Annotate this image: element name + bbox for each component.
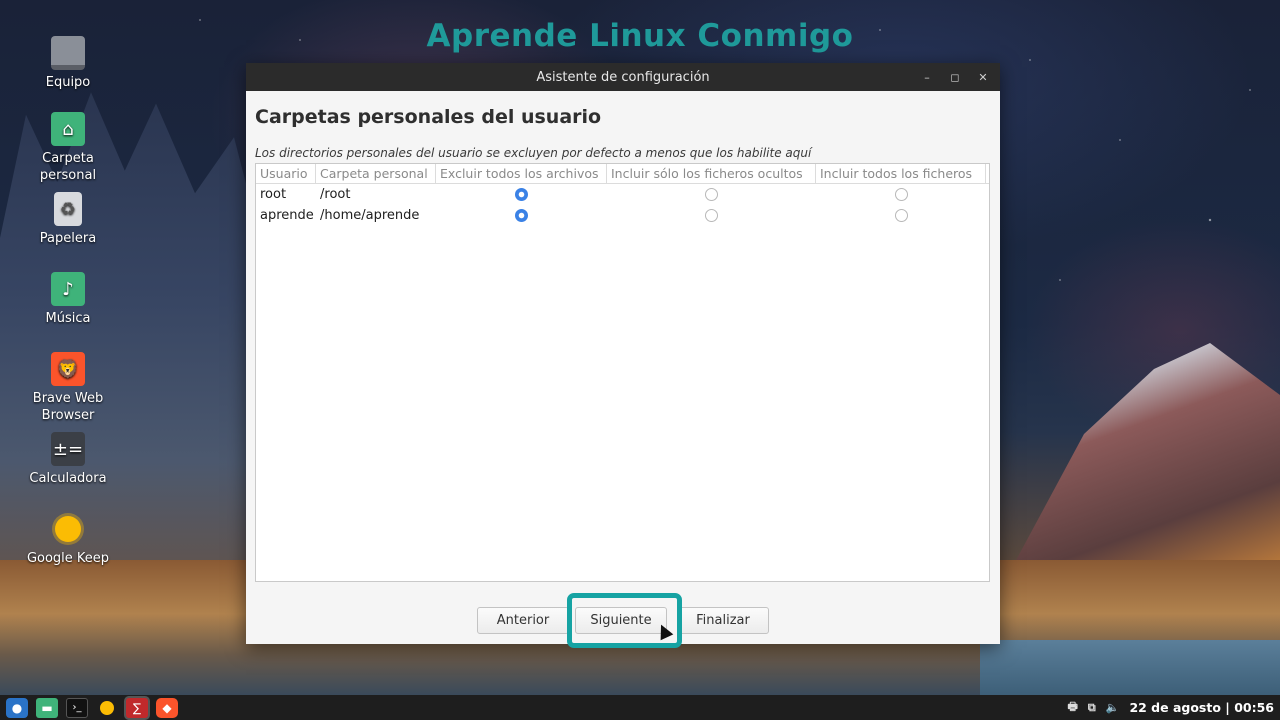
clock[interactable]: 22 de agosto | 00:56 (1129, 700, 1274, 715)
desktop-icon-label: Google Keep (26, 551, 110, 566)
home-folders-table: Usuario Carpeta personal Excluir todos l… (255, 163, 990, 582)
radio-exclude-all-root[interactable] (515, 188, 528, 201)
page-title: Carpetas personales del usuario (255, 106, 602, 128)
desktop-icon-label: Equipo (45, 75, 91, 90)
wallpaper-lake (980, 640, 1280, 695)
maximize-icon[interactable]: ◻ (948, 70, 962, 84)
music-folder-icon: ♪ (51, 272, 85, 306)
taskbar-launchers: ● ▬ ›_ ∑ ◆ (6, 697, 178, 718)
system-tray: 🖶 ⧉ 🔈 22 de agosto | 00:56 (1067, 698, 1274, 717)
desktop-icon-calculadora[interactable]: ±= Calculadora (13, 432, 123, 487)
radio-include-all-root[interactable] (894, 188, 908, 201)
watermark-banner: Aprende Linux Conmigo (426, 18, 854, 54)
radio-exclude-all-aprende[interactable] (515, 209, 528, 222)
page-description: Los directorios personales del usuario s… (255, 146, 812, 160)
keep-icon (51, 512, 85, 546)
keep-icon[interactable] (96, 698, 118, 718)
setup-wizard-window: Asistente de configuración – ◻ ✕ Carpeta… (246, 63, 1000, 644)
calculator-icon: ±= (51, 432, 85, 466)
installer-icon[interactable]: ∑ (126, 697, 148, 718)
desktop-icon-equipo[interactable]: Equipo (13, 30, 123, 91)
desktop-icon-papelera[interactable]: ♻ Papelera (13, 192, 123, 247)
desktop-icon-musica[interactable]: ♪ Música (13, 272, 123, 327)
terminal-icon[interactable]: ›_ (66, 697, 88, 718)
window-title: Asistente de configuración (536, 69, 710, 85)
desktop-icon-label: Música (45, 311, 91, 326)
monitor-icon (51, 36, 85, 70)
window-controls: – ◻ ✕ (920, 63, 990, 91)
trash-icon: ♻ (54, 192, 82, 226)
radio-include-all-aprende[interactable] (894, 209, 908, 222)
desktop-icon-label: Papelera (39, 231, 97, 246)
brave-icon: 🦁 (51, 352, 85, 386)
previous-button[interactable]: Anterior (477, 607, 569, 634)
file-manager-icon[interactable]: ▬ (36, 697, 58, 718)
column-header-todos[interactable]: Incluir todos los ficheros (816, 164, 986, 183)
taskbar: ● ▬ ›_ ∑ ◆ 🖶 ⧉ 🔈 22 de agosto | 00:56 (0, 695, 1280, 720)
desktop-icon-google-keep[interactable]: Google Keep (13, 512, 123, 567)
column-header-carpeta[interactable]: Carpeta personal (316, 164, 436, 183)
minimize-icon[interactable]: – (920, 70, 934, 84)
cell-folder: /root (320, 187, 351, 202)
window-titlebar[interactable]: Asistente de configuración – ◻ ✕ (246, 63, 1000, 91)
network-icon[interactable]: ⧉ (1088, 701, 1096, 715)
desktop-icon-label: Calculadora (29, 471, 107, 486)
desktop-icon-brave[interactable]: 🦁 Brave Web Browser (13, 352, 123, 424)
brave-icon[interactable]: ◆ (156, 697, 178, 718)
radio-hidden-only-root[interactable] (705, 188, 718, 201)
volume-icon[interactable]: 🔈 (1106, 701, 1120, 714)
wizard-button-bar: Anterior Siguiente Finalizar (246, 607, 1000, 634)
close-icon[interactable]: ✕ (976, 70, 990, 84)
app-menu-icon[interactable]: ● (6, 697, 28, 718)
column-header-ocultos[interactable]: Incluir sólo los ficheros ocultos (607, 164, 816, 183)
radio-hidden-only-aprende[interactable] (705, 209, 718, 222)
table-row[interactable]: aprende /home/aprende (256, 205, 989, 226)
table-row[interactable]: root /root (256, 184, 989, 205)
column-header-excluir[interactable]: Excluir todos los archivos (436, 164, 607, 183)
column-header-usuario[interactable]: Usuario (256, 164, 316, 183)
home-folder-icon: ⌂ (51, 112, 85, 146)
cell-user: root (260, 187, 287, 202)
window-content: Carpetas personales del usuario Los dire… (246, 106, 1000, 582)
desktop-icon-carpeta-personal[interactable]: ⌂ Carpeta personal (13, 112, 123, 184)
printer-icon[interactable]: 🖶 (1067, 698, 1077, 717)
table-header: Usuario Carpeta personal Excluir todos l… (256, 164, 989, 184)
desktop-icon-label: Carpeta personal (39, 151, 97, 183)
next-button[interactable]: Siguiente (575, 607, 667, 634)
desktop-icon-label: Brave Web Browser (32, 391, 104, 423)
cell-user: aprende (260, 208, 314, 223)
finish-button[interactable]: Finalizar (677, 607, 769, 634)
cell-folder: /home/aprende (320, 208, 420, 223)
